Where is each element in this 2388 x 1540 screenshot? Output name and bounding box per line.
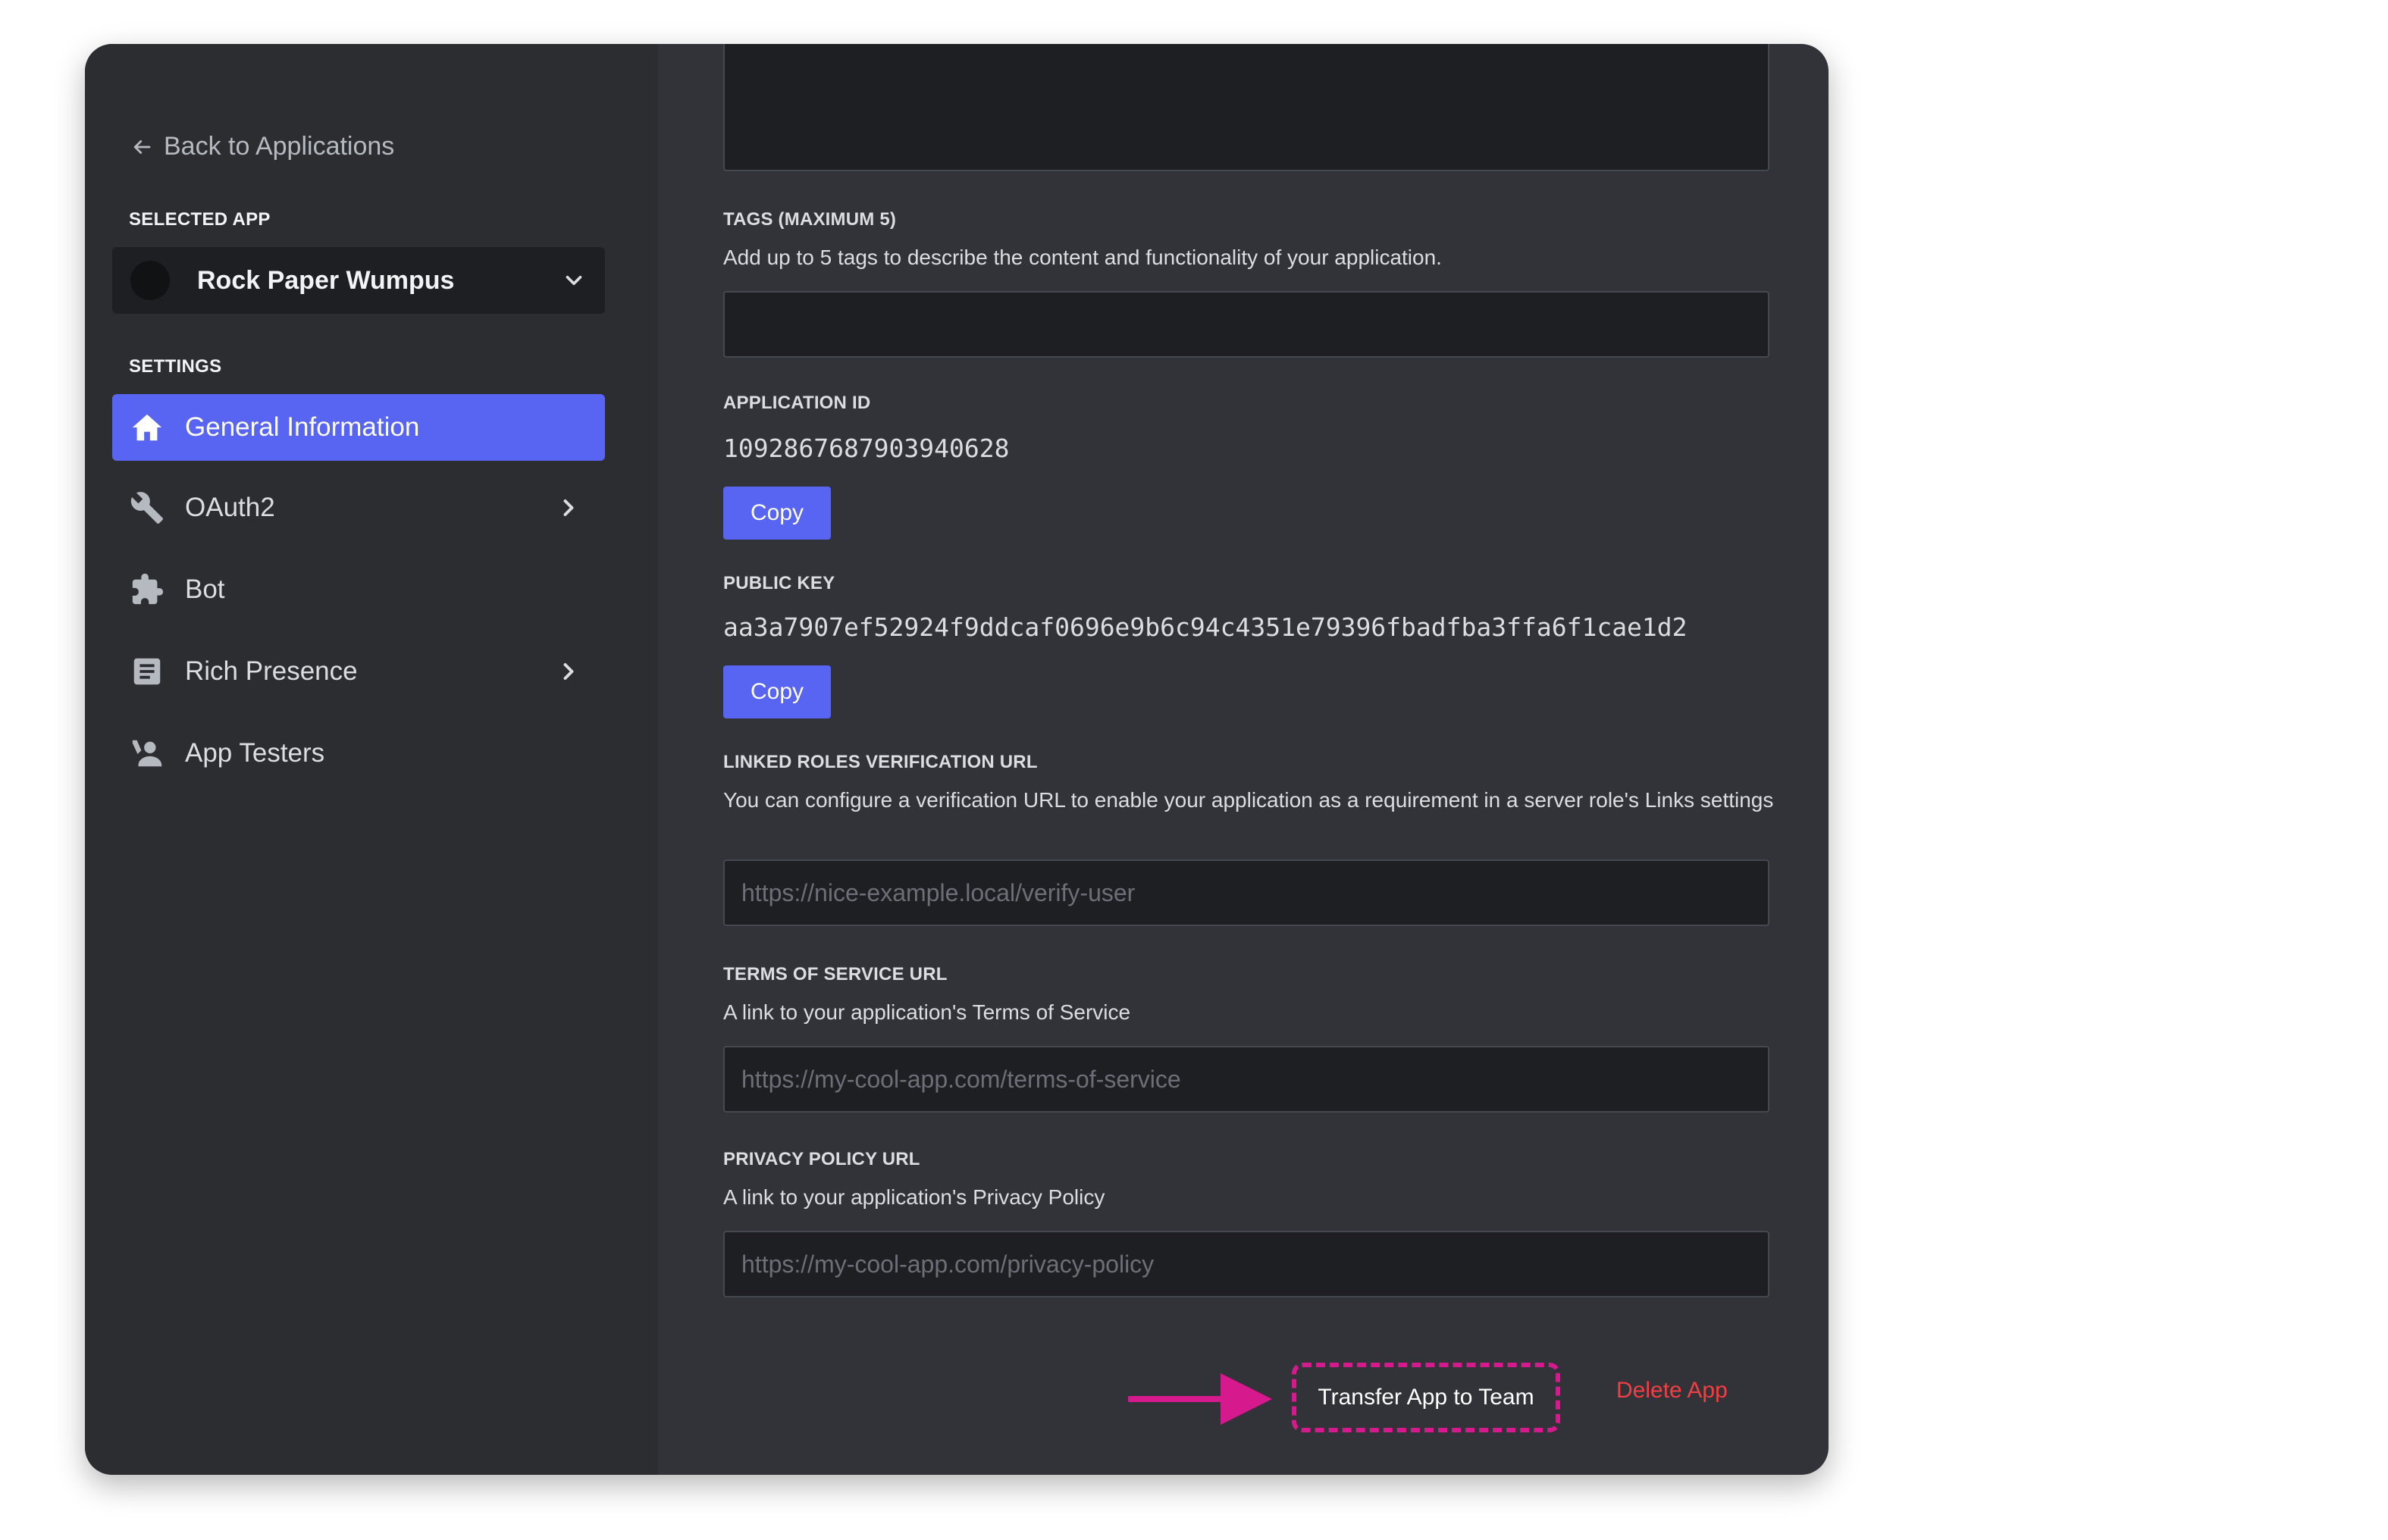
sidebar-item-app-testers[interactable]: App Testers xyxy=(112,720,605,787)
sidebar: Back to Applications SELECTED APP Rock P… xyxy=(85,44,658,1475)
delete-app-button[interactable]: Delete App xyxy=(1616,1378,1728,1404)
chevron-right-icon xyxy=(563,663,574,680)
sidebar-item-general-information[interactable]: General Information xyxy=(112,394,605,461)
arrow-left-icon xyxy=(133,139,151,154)
sidebar-item-label: Rich Presence xyxy=(185,656,358,686)
person-icon xyxy=(127,734,167,773)
terms-of-service-description: A link to your application's Terms of Se… xyxy=(723,1000,1131,1024)
app-window: Back to Applications SELECTED APP Rock P… xyxy=(85,44,1829,1475)
chevron-right-icon xyxy=(563,499,574,516)
linked-roles-label: LINKED ROLES VERIFICATION URL xyxy=(723,752,1038,772)
app-selector-dropdown[interactable]: Rock Paper Wumpus xyxy=(112,247,605,314)
linked-roles-description: You can configure a verification URL to … xyxy=(723,788,1774,812)
privacy-policy-description: A link to your application's Privacy Pol… xyxy=(723,1185,1105,1209)
copy-public-key-button[interactable]: Copy xyxy=(723,665,831,718)
tags-description: Add up to 5 tags to describe the content… xyxy=(723,246,1442,269)
linked-roles-url-input[interactable]: https://nice-example.local/verify-user xyxy=(723,859,1769,926)
annotation-arrow-icon xyxy=(1128,1373,1272,1425)
public-key-label: PUBLIC KEY xyxy=(723,573,835,593)
back-link-label: Back to Applications xyxy=(164,132,395,161)
sidebar-item-bot[interactable]: Bot xyxy=(112,556,605,623)
privacy-policy-label: PRIVACY POLICY URL xyxy=(723,1149,920,1169)
home-icon xyxy=(127,408,167,447)
transfer-app-to-team-button[interactable]: Transfer App to Team xyxy=(1292,1363,1560,1432)
puzzle-icon xyxy=(127,570,167,609)
sidebar-item-label: Bot xyxy=(185,574,225,604)
description-textarea[interactable] xyxy=(723,44,1769,171)
terms-of-service-label: TERMS OF SERVICE URL xyxy=(723,964,948,984)
public-key-value: aa3a7907ef52924f9ddcaf0696e9b6c94c4351e7… xyxy=(723,612,1688,642)
sidebar-item-label: OAuth2 xyxy=(185,493,275,522)
settings-heading: SETTINGS xyxy=(129,356,222,377)
application-id-value: 1092867687903940628 xyxy=(723,434,1010,463)
document-icon xyxy=(127,652,167,691)
main-content: TAGS (MAXIMUM 5) Add up to 5 tags to des… xyxy=(658,44,1829,1475)
copy-application-id-button[interactable]: Copy xyxy=(723,487,831,540)
privacy-policy-url-input[interactable]: https://my-cool-app.com/privacy-policy xyxy=(723,1231,1769,1297)
sidebar-item-label: App Testers xyxy=(185,738,325,768)
application-id-label: APPLICATION ID xyxy=(723,393,871,413)
selected-app-name: Rock Paper Wumpus xyxy=(197,265,455,295)
terms-of-service-url-input[interactable]: https://my-cool-app.com/terms-of-service xyxy=(723,1046,1769,1113)
chevron-down-icon xyxy=(566,275,582,286)
sidebar-item-rich-presence[interactable]: Rich Presence xyxy=(112,638,605,705)
wrench-icon xyxy=(127,488,167,527)
selected-app-heading: SELECTED APP xyxy=(129,209,271,230)
back-to-applications-link[interactable]: Back to Applications xyxy=(130,132,394,161)
sidebar-item-oauth2[interactable]: OAuth2 xyxy=(112,474,605,541)
tags-label: TAGS (MAXIMUM 5) xyxy=(723,209,897,230)
app-avatar xyxy=(130,261,170,300)
tags-input[interactable] xyxy=(723,291,1769,358)
sidebar-item-label: General Information xyxy=(185,412,420,442)
